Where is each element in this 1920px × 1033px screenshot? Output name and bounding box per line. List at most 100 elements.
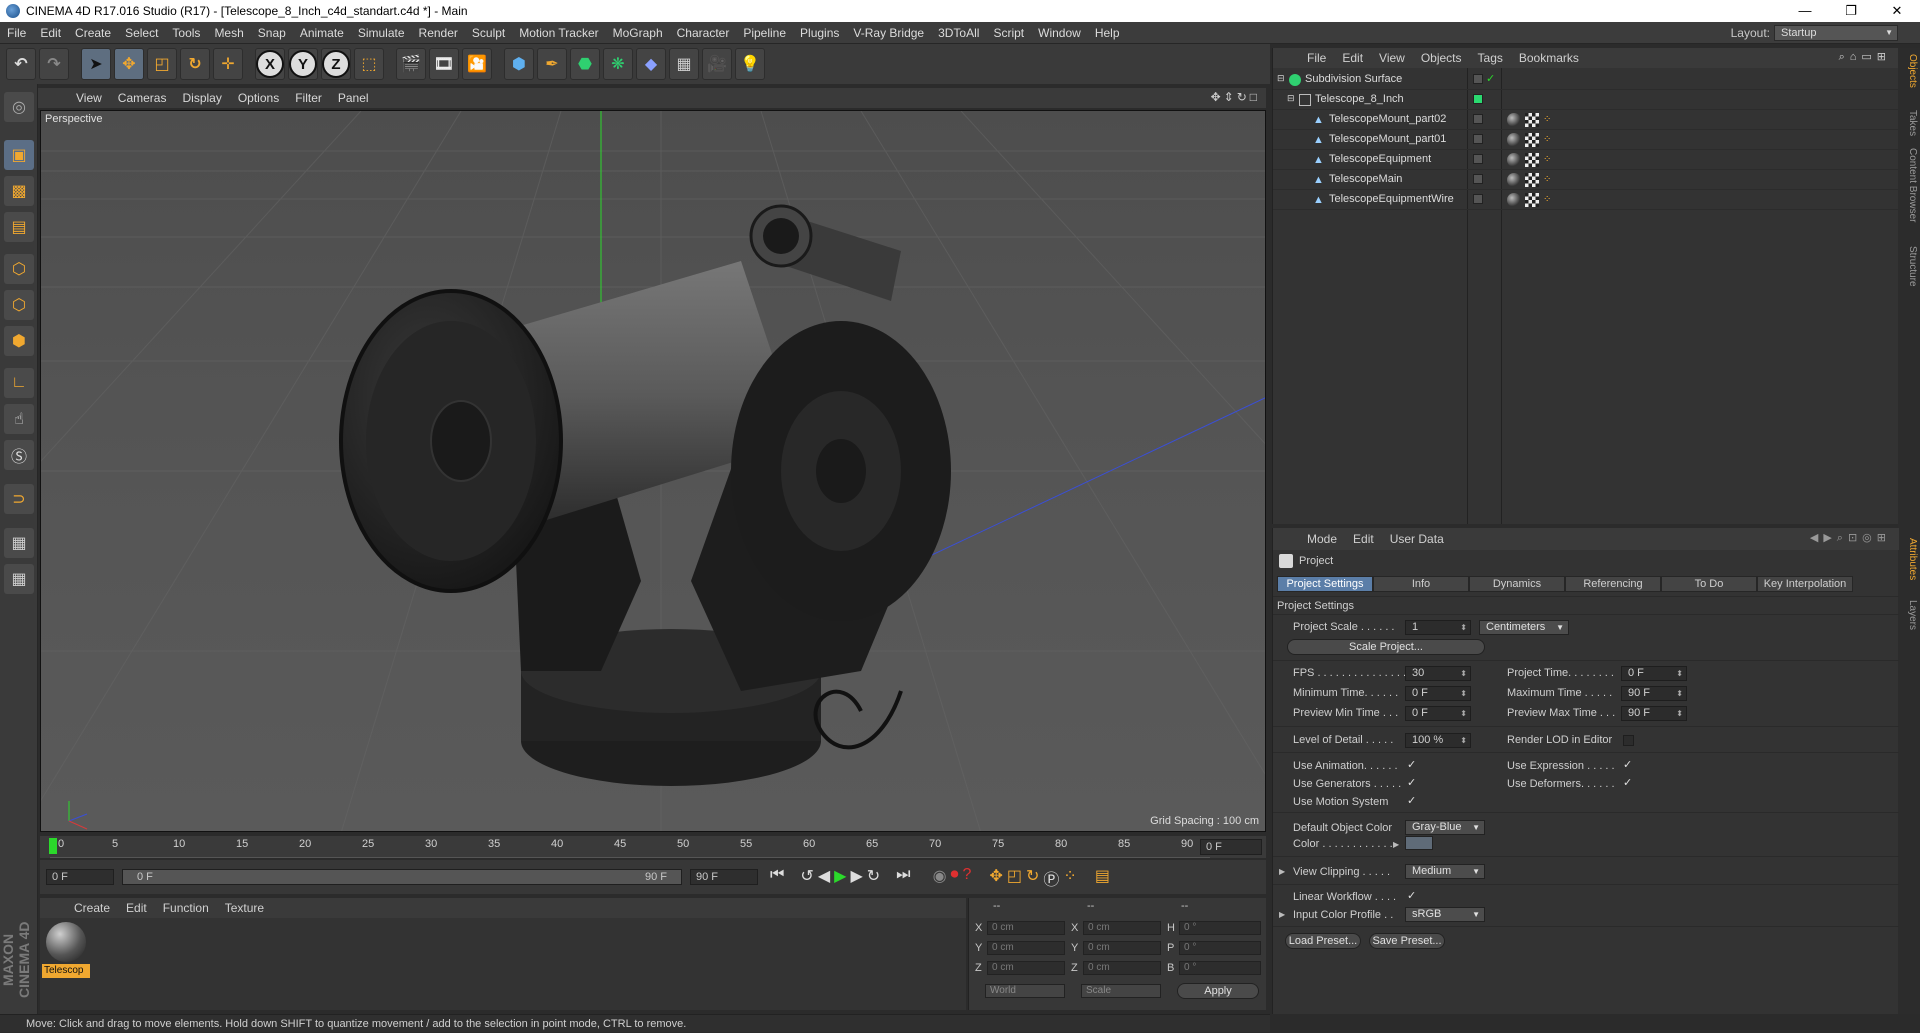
project-time-field[interactable]: 0 F ⬍	[1621, 666, 1687, 681]
render-settings-button[interactable]: 🎦	[462, 48, 492, 80]
next-key-icon[interactable]: ↻	[867, 866, 880, 890]
material-name-label[interactable]: Telescop	[42, 964, 90, 978]
object-row-telescope[interactable]: ⊟ Telescope_8_Inch	[1273, 90, 1899, 110]
om-menu-view[interactable]: View	[1371, 51, 1413, 65]
coordinate-system-button[interactable]: ⬚	[354, 48, 384, 80]
object-row-subdivision-surface[interactable]: ⊟ Subdivision Surface ✓	[1273, 70, 1899, 90]
coord-rot-h-field[interactable]: 0 °	[1179, 921, 1261, 935]
use-generators-checkbox[interactable]: ✓	[1407, 778, 1418, 789]
redo-button[interactable]: ↷	[39, 48, 69, 80]
points-mode-button[interactable]: ⬡	[4, 254, 34, 284]
layer-color-swatch[interactable]	[1473, 94, 1483, 104]
viewport-menu-panel[interactable]: Panel	[330, 91, 377, 105]
tab-referencing[interactable]: Referencing	[1565, 576, 1661, 592]
lock-x-button[interactable]: X	[255, 48, 285, 80]
menu-script[interactable]: Script	[986, 26, 1031, 40]
coord-size-x-field[interactable]: 0 cm	[1083, 921, 1161, 935]
viewport-perspective[interactable]: Perspective Grid Spacing : 100 cm	[40, 110, 1266, 832]
maximize-button[interactable]: ❐	[1828, 0, 1874, 22]
use-motion-system-checkbox[interactable]: ✓	[1407, 796, 1418, 807]
workplane-mode-button[interactable]: ▤	[4, 212, 34, 242]
play-icon[interactable]: ▶	[834, 866, 846, 890]
axis-mode-button[interactable]: ∟	[4, 368, 34, 398]
material-tag-icon[interactable]	[1507, 173, 1521, 187]
color-swatch[interactable]	[1405, 836, 1433, 850]
magnet-button[interactable]: ⊃	[4, 484, 34, 514]
rotate-tool-button[interactable]: ↻	[180, 48, 210, 80]
view-clipping-dropdown[interactable]: Medium ▼	[1405, 864, 1485, 879]
move-tool-button[interactable]: ✥	[114, 48, 144, 80]
layout-dropdown[interactable]: Startup ▼	[1774, 25, 1898, 41]
am-menu-mode[interactable]: Mode	[1299, 532, 1345, 546]
timeline-track[interactable]	[50, 836, 1210, 858]
model-mode-button[interactable]: ▣	[4, 140, 34, 170]
select-tool-button[interactable]: ➤	[81, 48, 111, 80]
add-spline-pen-button[interactable]: ✒	[537, 48, 567, 80]
key-param-icon[interactable]: Ⓟ	[1043, 866, 1059, 890]
range-slider[interactable]: 0 F 90 F	[122, 869, 682, 885]
prev-key-icon[interactable]: ↺	[800, 866, 813, 890]
viewport-menu-cameras[interactable]: Cameras	[110, 91, 175, 105]
om-menu-bookmarks[interactable]: Bookmarks	[1511, 51, 1587, 65]
motion-record-icon[interactable]: ◉	[933, 866, 947, 890]
menu-render[interactable]: Render	[412, 26, 465, 40]
menu-snap[interactable]: Snap	[251, 26, 293, 40]
selection-tag-icon[interactable]: ⁘	[1543, 154, 1555, 166]
tab-objects[interactable]: Objects	[1900, 54, 1918, 88]
level-of-detail-field[interactable]: 100 % ⬍	[1405, 733, 1471, 748]
material-tag-icon[interactable]	[1507, 113, 1521, 127]
project-scale-field[interactable]: 1 ⬍	[1405, 620, 1471, 635]
add-cube-button[interactable]: ⬢	[504, 48, 534, 80]
menu-pipeline[interactable]: Pipeline	[736, 26, 793, 40]
start-frame-field[interactable]: 0 F	[46, 869, 114, 885]
texture-tag-icon[interactable]	[1525, 153, 1539, 167]
coord-mode-dropdown[interactable]: World	[985, 984, 1065, 998]
close-button[interactable]: ✕	[1874, 0, 1920, 22]
end-frame-field[interactable]: 90 F	[690, 869, 758, 885]
undo-button[interactable]: ↶	[6, 48, 36, 80]
menu-motion-tracker[interactable]: Motion Tracker	[512, 26, 605, 40]
linear-workflow-checkbox[interactable]: ✓	[1407, 891, 1418, 902]
tab-content-browser[interactable]: Content Browser	[1900, 148, 1918, 222]
expand-arrow-icon[interactable]: ▶	[1393, 840, 1399, 849]
minimum-time-field[interactable]: 0 F ⬍	[1405, 686, 1471, 701]
texture-tag-icon[interactable]	[1525, 133, 1539, 147]
locked-workplane-button[interactable]: ▦	[4, 528, 34, 558]
live-move-button[interactable]: ✛	[213, 48, 243, 80]
collapse-icon[interactable]: ⊟	[1287, 93, 1295, 104]
menu-character[interactable]: Character	[670, 26, 737, 40]
timeline-ruler[interactable]: 0 5 10 15 20 25 30 35 40 45 50 55 60 65 …	[40, 836, 1266, 858]
coord-size-y-field[interactable]: 0 cm	[1083, 941, 1161, 955]
visibility-toggle[interactable]	[1473, 74, 1483, 84]
expand-arrow-icon[interactable]: ▶	[1279, 867, 1285, 876]
autokey-icon[interactable]: ?	[963, 866, 972, 890]
save-preset-button[interactable]: Save Preset...	[1369, 933, 1445, 949]
am-nav-icons[interactable]: ◀▶⌕⊡◎⊞	[1810, 531, 1891, 545]
key-pla-icon[interactable]: ⁘	[1063, 866, 1076, 890]
key-rotate-icon[interactable]: ↻	[1026, 866, 1039, 890]
scale-tool-button[interactable]: ◰	[147, 48, 177, 80]
object-row-equipment[interactable]: ▲ TelescopeEquipment ⁘	[1273, 150, 1899, 170]
object-row-main[interactable]: ▲ TelescopeMain ⁘	[1273, 170, 1899, 190]
goto-end-icon[interactable]: ⏭	[896, 866, 910, 890]
tab-to-do[interactable]: To Do	[1661, 576, 1757, 592]
texture-tag-icon[interactable]	[1525, 113, 1539, 127]
next-frame-icon[interactable]: ▶	[850, 866, 862, 890]
collapse-icon[interactable]: ⊟	[1277, 73, 1285, 84]
coord-size-z-field[interactable]: 0 cm	[1083, 961, 1161, 975]
make-editable-button[interactable]: ◎	[4, 92, 34, 122]
prev-frame-icon[interactable]: ◀	[818, 866, 830, 890]
render-lod-checkbox[interactable]	[1623, 735, 1634, 746]
object-row-mount-part01[interactable]: ▲ TelescopeMount_part01 ⁘	[1273, 130, 1899, 150]
goto-start-icon[interactable]: ⏮	[770, 866, 784, 890]
visibility-toggle[interactable]	[1473, 134, 1483, 144]
add-light-button[interactable]: 💡	[735, 48, 765, 80]
material-menu-texture[interactable]: Texture	[217, 901, 272, 915]
menu-3dtoall[interactable]: 3DToAll	[931, 26, 986, 40]
input-color-profile-dropdown[interactable]: sRGB ▼	[1405, 907, 1485, 922]
record-key-icon[interactable]: ⏺	[951, 866, 959, 890]
coord-rot-b-field[interactable]: 0 °	[1179, 961, 1261, 975]
tab-dynamics[interactable]: Dynamics	[1469, 576, 1565, 592]
material-menu-edit[interactable]: Edit	[118, 901, 155, 915]
lock-z-button[interactable]: Z	[321, 48, 351, 80]
